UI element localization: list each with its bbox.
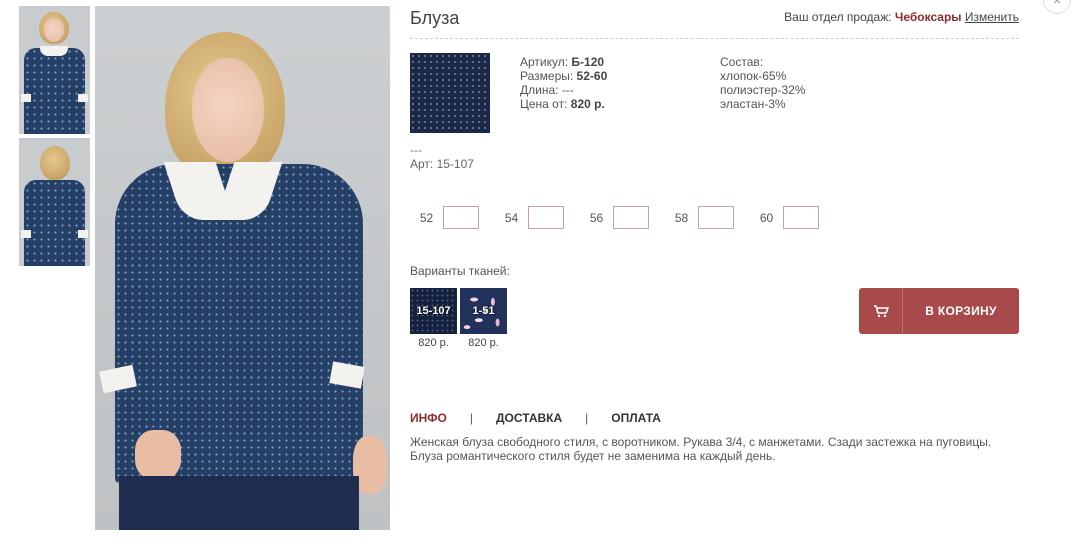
size-quantity-list: 52 54 56 58 60	[410, 206, 835, 229]
fabric-price: 820 р.	[468, 337, 499, 349]
composition-item: эластан-3%	[720, 97, 786, 111]
swatch-caption-dash: ---	[410, 143, 422, 157]
size-quantity-input[interactable]	[528, 206, 564, 229]
tab-payment[interactable]: ОПЛАТА	[611, 411, 661, 425]
fabric-variants-label: Варианты тканей:	[410, 264, 510, 278]
composition-item: полиэстер-32%	[720, 83, 806, 97]
size-label: 58	[674, 210, 689, 225]
sales-department: Ваш отдел продаж: Чебоксары Изменить	[784, 10, 1019, 24]
size-label: 52	[419, 210, 434, 225]
add-to-cart-label: В КОРЗИНУ	[925, 304, 997, 318]
sizes-label: Размеры:	[520, 69, 574, 83]
tab-info[interactable]: ИНФО	[410, 411, 447, 425]
price-row: Цена от: 820 р.	[520, 97, 607, 111]
size-label: 60	[759, 210, 774, 225]
tab-separator: |	[469, 411, 473, 425]
size-option: 54	[495, 206, 564, 229]
department-label: Ваш отдел продаж:	[784, 10, 892, 24]
fabric-variant-swatch[interactable]: 1-51	[460, 288, 507, 334]
composition-label: Состав:	[720, 55, 764, 69]
sku-row: Артикул: Б-120	[520, 55, 607, 69]
product-composition: Состав: хлопок-65% полиэстер-32% эластан…	[720, 55, 805, 111]
composition-item: хлопок-65%	[720, 69, 787, 83]
product-specs: Артикул: Б-120 Размеры: 52-60 Длина: ---…	[520, 55, 607, 111]
product-description: Женская блуза свободного стиля, с воротн…	[410, 435, 1030, 463]
size-option: 60	[750, 206, 819, 229]
product-title: Блуза	[410, 8, 460, 28]
fabric-code: 15-107	[416, 305, 451, 317]
article-number: Арт: 15-107	[410, 157, 474, 171]
size-option: 58	[665, 206, 734, 229]
sku-label: Артикул:	[520, 55, 569, 69]
price-value: 820 р.	[570, 97, 605, 111]
price-label: Цена от:	[520, 97, 568, 111]
length-label: Длина:	[520, 83, 559, 97]
change-department-link[interactable]: Изменить	[965, 10, 1019, 24]
tab-separator: |	[585, 411, 589, 425]
length-row: Длина: ---	[520, 83, 607, 97]
close-icon[interactable]: ×	[1043, 0, 1071, 14]
add-to-cart-button[interactable]: В КОРЗИНУ	[859, 288, 1019, 334]
sizes-value: 52-60	[576, 69, 608, 83]
fabric-code: 1-51	[472, 305, 495, 317]
size-quantity-input[interactable]	[783, 206, 819, 229]
thumbnail-back[interactable]	[19, 138, 90, 266]
size-option: 52	[410, 206, 479, 229]
header-divider	[410, 38, 1019, 39]
size-quantity-input[interactable]	[613, 206, 649, 229]
fabric-variant[interactable]: 1-51 820 р.	[460, 288, 507, 349]
department-city: Чебоксары	[894, 10, 962, 24]
fabric-variant-swatch[interactable]: 15-107	[410, 288, 457, 334]
product-tabs: ИНФО | ДОСТАВКА | ОПЛАТА	[410, 411, 661, 425]
fabric-variant[interactable]: 15-107 820 р.	[410, 288, 457, 349]
size-option: 56	[580, 206, 649, 229]
tab-delivery[interactable]: ДОСТАВКА	[496, 411, 562, 425]
size-quantity-input[interactable]	[443, 206, 479, 229]
sizes-row: Размеры: 52-60	[520, 69, 607, 83]
product-main-image[interactable]	[95, 6, 390, 530]
fabric-price: 820 р.	[418, 337, 449, 349]
description-line: Блуза романтического стиля будет не заме…	[410, 449, 776, 463]
size-quantity-input[interactable]	[698, 206, 734, 229]
cart-icon	[859, 288, 903, 334]
size-label: 56	[589, 210, 604, 225]
fabric-swatch-image	[410, 53, 490, 133]
thumbnail-front[interactable]	[19, 6, 90, 134]
description-line: Женская блуза свободного стиля, с воротн…	[410, 435, 992, 449]
size-label: 54	[504, 210, 519, 225]
length-value: ---	[561, 83, 574, 97]
sku-value: Б-120	[571, 55, 605, 69]
